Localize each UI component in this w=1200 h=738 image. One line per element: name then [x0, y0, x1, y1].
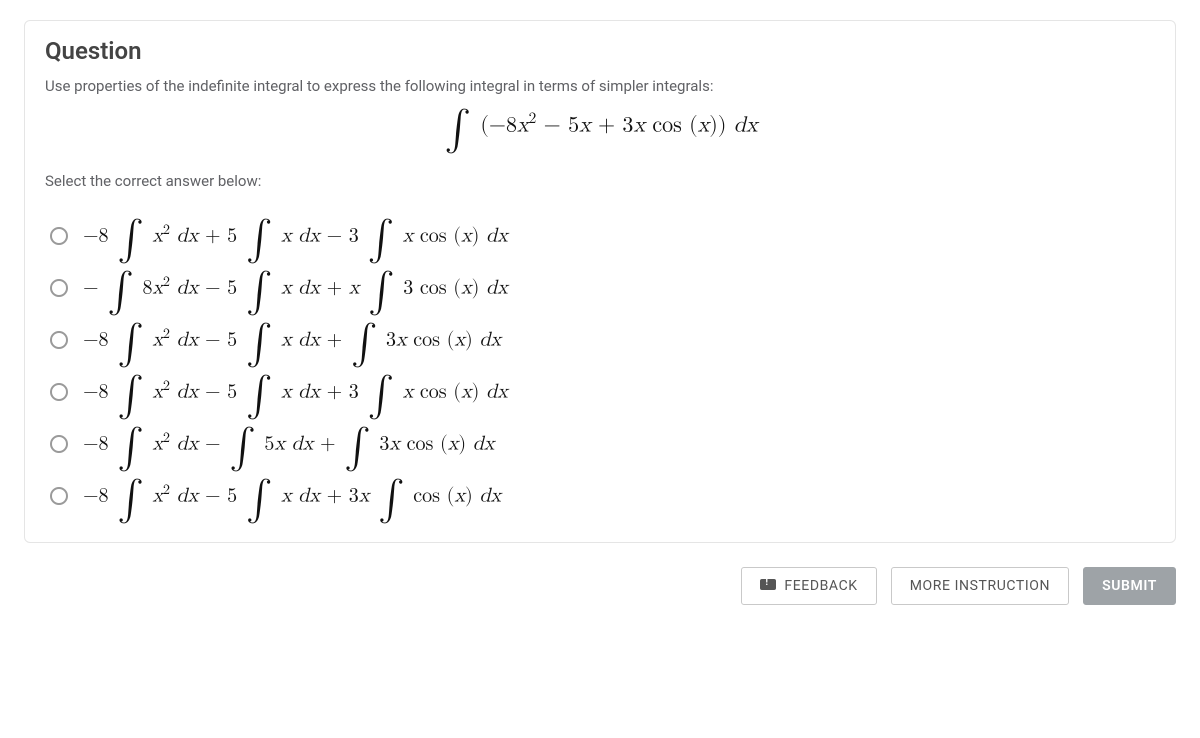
option-6[interactable]: −8 ∫ x2 dx − 5 ∫ x dx + 3x ∫ cos (x) dx: [45, 470, 1155, 518]
more-instruction-label: MORE INSTRUCTION: [910, 578, 1050, 594]
feedback-icon: !: [760, 579, 776, 593]
option-2-math: − ∫ 8x2 dx − 5 ∫ x dx + x ∫ 3 cos (x) dx: [83, 274, 508, 300]
option-4-radio[interactable]: [50, 383, 68, 401]
option-2[interactable]: − ∫ 8x2 dx − 5 ∫ x dx + x ∫ 3 cos (x) dx: [45, 262, 1155, 310]
question-integral: ∫ (−8x2 − 5x + 3x cos (x)) dx: [45, 111, 1155, 136]
question-prompt: Use properties of the indefinite integra…: [45, 77, 1155, 95]
option-1-math: −8 ∫ x2 dx + 5 ∫ x dx − 3 ∫ x cos (x) dx: [83, 222, 508, 248]
option-6-math: −8 ∫ x2 dx − 5 ∫ x dx + 3x ∫ cos (x) dx: [83, 482, 501, 508]
submit-label: SUBMIT: [1102, 578, 1157, 594]
submit-button[interactable]: SUBMIT: [1083, 567, 1176, 605]
option-5-math: −8 ∫ x2 dx − ∫ 5x dx + ∫ 3x cos (x) dx: [83, 430, 494, 456]
option-1-radio[interactable]: [50, 227, 68, 245]
option-1[interactable]: −8 ∫ x2 dx + 5 ∫ x dx − 3 ∫ x cos (x) dx: [45, 210, 1155, 258]
option-3-math: −8 ∫ x2 dx − 5 ∫ x dx + ∫ 3x cos (x) dx: [83, 326, 501, 352]
action-bar: ! FEEDBACK MORE INSTRUCTION SUBMIT: [24, 567, 1176, 605]
options-list: −8 ∫ x2 dx + 5 ∫ x dx − 3 ∫ x cos (x) dx…: [45, 210, 1155, 518]
question-title: Question: [45, 37, 1155, 65]
option-5[interactable]: −8 ∫ x2 dx − ∫ 5x dx + ∫ 3x cos (x) dx: [45, 418, 1155, 466]
question-card: Question Use properties of the indefinit…: [24, 20, 1176, 543]
select-label: Select the correct answer below:: [45, 172, 1155, 190]
option-3[interactable]: −8 ∫ x2 dx − 5 ∫ x dx + ∫ 3x cos (x) dx: [45, 314, 1155, 362]
feedback-label: FEEDBACK: [784, 578, 857, 594]
option-4[interactable]: −8 ∫ x2 dx − 5 ∫ x dx + 3 ∫ x cos (x) dx: [45, 366, 1155, 414]
option-4-math: −8 ∫ x2 dx − 5 ∫ x dx + 3 ∫ x cos (x) dx: [83, 378, 508, 404]
option-2-radio[interactable]: [50, 279, 68, 297]
feedback-button[interactable]: ! FEEDBACK: [741, 567, 876, 605]
option-5-radio[interactable]: [50, 435, 68, 453]
option-3-radio[interactable]: [50, 331, 68, 349]
more-instruction-button[interactable]: MORE INSTRUCTION: [891, 567, 1069, 605]
option-6-radio[interactable]: [50, 487, 68, 505]
